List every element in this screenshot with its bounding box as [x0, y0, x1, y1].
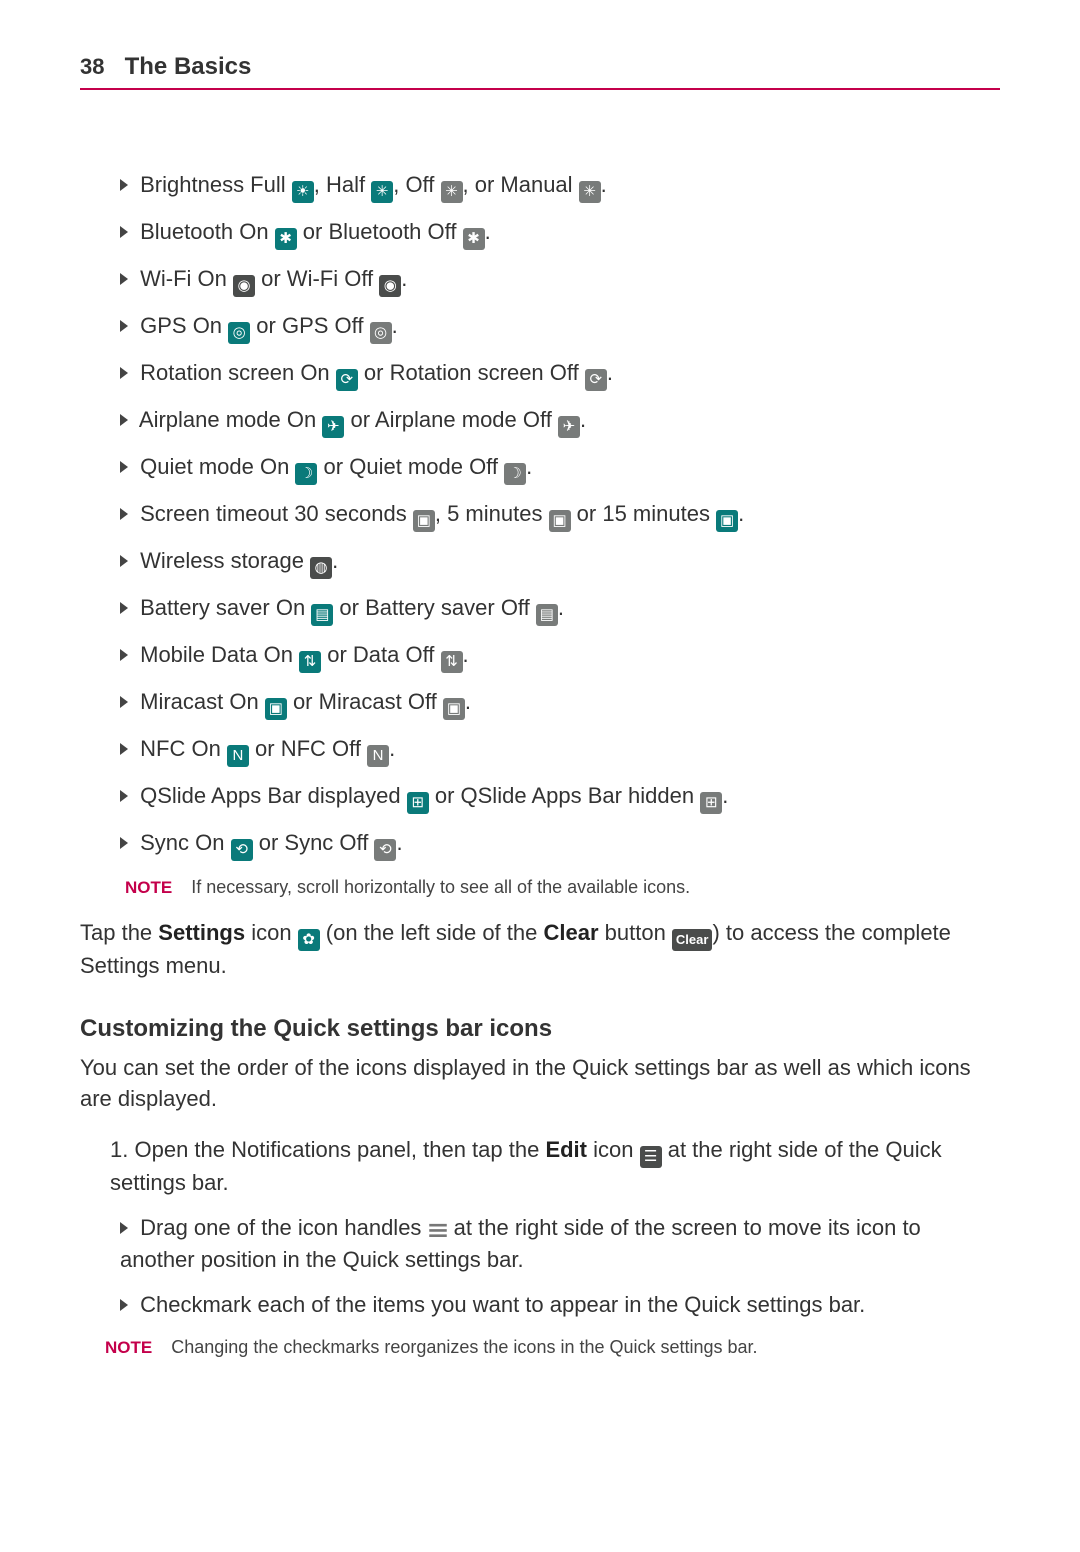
mobile-data-off-icon: ⇅: [441, 651, 463, 673]
wifi-on-icon: ◉: [233, 275, 255, 297]
section-title-customizing: Customizing the Quick settings bar icons: [80, 1012, 1000, 1046]
bullet-triangle-icon: [120, 508, 128, 520]
step-1: 1. Open the Notifications panel, then ta…: [110, 1135, 1000, 1199]
chapter-title: The Basics: [125, 53, 252, 80]
note-label: NOTE: [105, 1338, 152, 1357]
item-nfc: NFC On N or NFC Off N.: [120, 734, 1000, 767]
page-header: 38 The Basics: [80, 50, 1000, 90]
note-label: NOTE: [125, 878, 172, 897]
step-1-sublist: Drag one of the icon handles at the righ…: [120, 1213, 1000, 1321]
bullet-triangle-icon: [120, 320, 128, 332]
item-wifi: Wi-Fi On ◉ or Wi-Fi Off ◉.: [120, 264, 1000, 297]
timeout-30s-icon: ▣: [413, 510, 435, 532]
item-wireless-storage: Wireless storage ◍.: [120, 546, 1000, 579]
item-rotation: Rotation screen On ⟳ or Rotation screen …: [120, 358, 1000, 391]
airplane-off-icon: ✈: [558, 416, 580, 438]
item-gps: GPS On ◎ or GPS Off ◎.: [120, 311, 1000, 344]
wireless-storage-icon: ◍: [310, 557, 332, 579]
bullet-triangle-icon: [120, 461, 128, 473]
gps-on-icon: ◎: [228, 322, 250, 344]
nfc-on-icon: N: [227, 745, 249, 767]
bullet-triangle-icon: [120, 367, 128, 379]
item-sync: Sync On ⟲ or Sync Off ⟲.: [120, 828, 1000, 861]
bullet-triangle-icon: [120, 837, 128, 849]
miracast-off-icon: ▣: [443, 698, 465, 720]
bullet-triangle-icon: [120, 226, 128, 238]
timeout-5m-icon: ▣: [549, 510, 571, 532]
drag-handle-icon: [428, 1215, 448, 1246]
note-reorganize: NOTE Changing the checkmarks reorganizes…: [105, 1335, 1000, 1360]
settings-paragraph: Tap the Settings icon ✿ (on the left sid…: [80, 918, 1000, 982]
item-qslide: QSlide Apps Bar displayed ⊞ or QSlide Ap…: [120, 781, 1000, 814]
mobile-data-on-icon: ⇅: [299, 651, 321, 673]
quiet-off-icon: ☽: [504, 463, 526, 485]
nfc-off-icon: N: [367, 745, 389, 767]
item-airplane: Airplane mode On ✈ or Airplane mode Off …: [120, 405, 1000, 438]
item-quiet: Quiet mode On ☽ or Quiet mode Off ☽.: [120, 452, 1000, 485]
note-scroll: NOTE If necessary, scroll horizontally t…: [125, 875, 1000, 900]
brightness-full-icon: ☀: [292, 181, 314, 203]
note-text: Changing the checkmarks reorganizes the …: [171, 1337, 757, 1357]
sync-on-icon: ⟲: [231, 839, 253, 861]
bullet-triangle-icon: [120, 649, 128, 661]
brightness-off-icon: ✳: [441, 181, 463, 203]
bullet-triangle-icon: [120, 414, 128, 426]
edit-icon: ☰: [640, 1146, 662, 1168]
rotation-off-icon: ⟳: [585, 369, 607, 391]
bullet-triangle-icon: [120, 555, 128, 567]
item-timeout: Screen timeout 30 seconds ▣, 5 minutes ▣…: [120, 499, 1000, 532]
bullet-triangle-icon: [120, 696, 128, 708]
bullet-triangle-icon: [120, 790, 128, 802]
gps-off-icon: ◎: [370, 322, 392, 344]
item-bluetooth: Bluetooth On ✱ or Bluetooth Off ✱.: [120, 217, 1000, 250]
timeout-15m-icon: ▣: [716, 510, 738, 532]
brightness-half-icon: ✳: [371, 181, 393, 203]
item-battery: Battery saver On ▤ or Battery saver Off …: [120, 593, 1000, 626]
bullet-triangle-icon: [120, 602, 128, 614]
substep-drag: Drag one of the icon handles at the righ…: [120, 1213, 1000, 1277]
qslide-shown-icon: ⊞: [407, 792, 429, 814]
bluetooth-off-icon: ✱: [463, 228, 485, 250]
battery-saver-on-icon: ▤: [311, 604, 333, 626]
bullet-triangle-icon: [120, 179, 128, 191]
note-text: If necessary, scroll horizontally to see…: [191, 877, 690, 897]
section-intro: You can set the order of the icons displ…: [80, 1053, 1000, 1115]
clear-button-icon: Clear: [672, 929, 713, 951]
bluetooth-on-icon: ✱: [275, 228, 297, 250]
item-mobile-data: Mobile Data On ⇅ or Data Off ⇅.: [120, 640, 1000, 673]
miracast-on-icon: ▣: [265, 698, 287, 720]
page-number: 38: [80, 54, 104, 79]
bullet-triangle-icon: [120, 273, 128, 285]
qslide-hidden-icon: ⊞: [700, 792, 722, 814]
bullet-triangle-icon: [120, 1299, 128, 1311]
bullet-triangle-icon: [120, 743, 128, 755]
quiet-on-icon: ☽: [295, 463, 317, 485]
brightness-manual-icon: ✳: [579, 181, 601, 203]
settings-icon: ✿: [298, 929, 320, 951]
battery-saver-off-icon: ▤: [536, 604, 558, 626]
substep-checkmark: Checkmark each of the items you want to …: [120, 1290, 1000, 1321]
airplane-on-icon: ✈: [322, 416, 344, 438]
wifi-off-icon: ◉: [379, 275, 401, 297]
rotation-on-icon: ⟳: [336, 369, 358, 391]
bullet-triangle-icon: [120, 1222, 128, 1234]
quick-settings-list: Brightness Full ☀, Half ✳, Off ✳, or Man…: [120, 170, 1000, 861]
item-brightness: Brightness Full ☀, Half ✳, Off ✳, or Man…: [120, 170, 1000, 203]
item-miracast: Miracast On ▣ or Miracast Off ▣.: [120, 687, 1000, 720]
sync-off-icon: ⟲: [374, 839, 396, 861]
